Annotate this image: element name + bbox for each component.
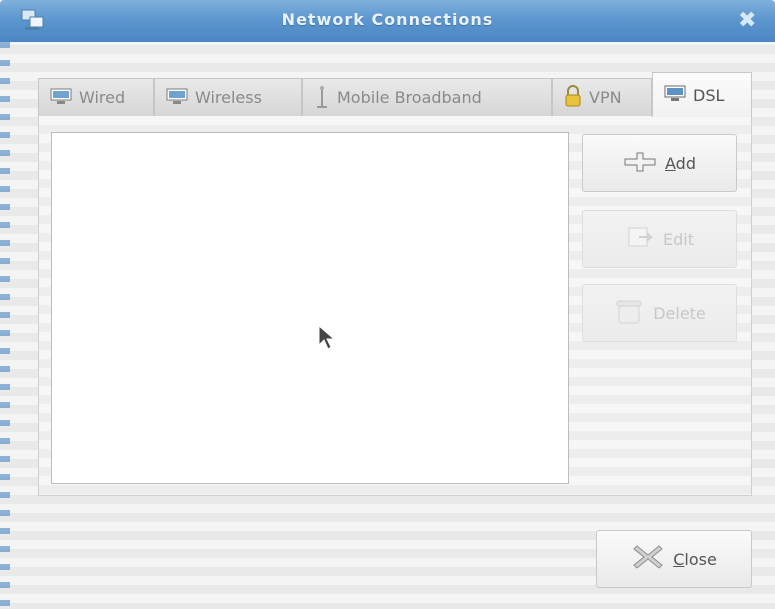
tab-label: Mobile Broadband (337, 88, 482, 107)
tab-label: DSL (693, 85, 725, 105)
connection-list[interactable] (51, 132, 569, 484)
edit-button[interactable]: Edit (582, 210, 737, 268)
dsl-network-icon (663, 83, 687, 107)
lock-icon (563, 84, 583, 112)
wired-network-icon (49, 86, 73, 110)
delete-label: Delete (653, 303, 706, 323)
add-button[interactable]: Add (582, 134, 737, 192)
tab-label: Wired (79, 88, 126, 107)
window-border (0, 42, 10, 609)
wireless-network-icon (165, 86, 189, 110)
tab-dsl[interactable]: DSL (652, 72, 752, 117)
delete-button[interactable]: Delete (582, 284, 737, 342)
titlebar[interactable]: Network Connections ✖ (0, 0, 775, 42)
dsl-tab-panel: Add Edit Delete (38, 116, 752, 496)
tab-label: VPN (589, 88, 622, 107)
tab-mobile-broadband[interactable]: Mobile Broadband (302, 78, 552, 116)
close-button[interactable]: Close (596, 530, 752, 588)
edit-label: Edit (663, 229, 694, 249)
edit-icon (625, 225, 655, 253)
trash-icon (613, 297, 645, 329)
tab-vpn[interactable]: VPN (552, 78, 652, 116)
close-label: Close (673, 549, 717, 569)
add-icon (623, 150, 657, 176)
tab-label: Wireless (195, 88, 262, 107)
window-title: Network Connections (281, 10, 494, 29)
mouse-pointer-icon (318, 324, 336, 355)
add-label: Add (665, 153, 696, 173)
tab-wireless[interactable]: Wireless (154, 78, 302, 116)
close-icon (631, 542, 665, 576)
window-close-icon[interactable]: ✖ (738, 8, 756, 33)
tab-wired[interactable]: Wired (38, 78, 154, 116)
antenna-icon (313, 83, 331, 113)
